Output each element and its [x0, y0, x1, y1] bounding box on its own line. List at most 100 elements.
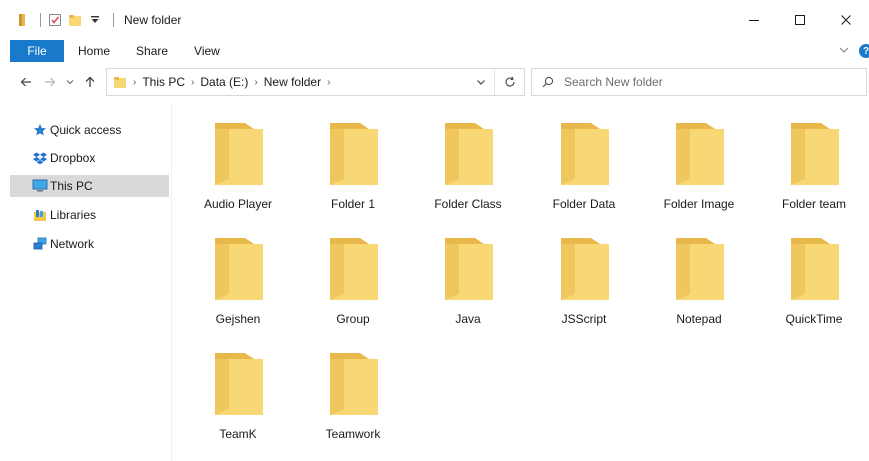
folder-icon: [561, 238, 609, 300]
nav-item-dropbox[interactable]: Dropbox: [10, 147, 169, 169]
folder-icon: [113, 75, 127, 89]
window-controls: [731, 0, 869, 40]
folder-icon: [676, 238, 724, 300]
close-button[interactable]: [823, 0, 869, 40]
folder-item-gejshen[interactable]: Gejshen: [186, 234, 290, 346]
folder-icon: [215, 353, 263, 415]
navigation-pane: Quick access Dropbox This PC Libraries N…: [0, 102, 172, 461]
nav-buttons: [0, 70, 102, 94]
close-icon: [841, 15, 851, 25]
computer-icon: [32, 178, 48, 194]
folder-name: Audio Player: [203, 197, 273, 211]
ribbon-tabs: File Home Share View ?: [0, 40, 869, 62]
chevron-right-icon[interactable]: ›: [191, 77, 194, 88]
breadcrumb-new-folder[interactable]: New folder: [264, 75, 321, 89]
search-icon: [532, 76, 564, 88]
customize-toolbar-icon[interactable]: [87, 12, 103, 28]
tab-file[interactable]: File: [10, 40, 64, 62]
chevron-down-icon: [477, 80, 485, 85]
folder-item-java[interactable]: Java: [416, 234, 520, 346]
nav-item-network[interactable]: Network: [10, 233, 169, 255]
folder-icon: [330, 123, 378, 185]
folder-item-folder-class[interactable]: Folder Class: [416, 119, 520, 231]
folder-name: JSScript: [561, 312, 607, 326]
folder-name: Gejshen: [215, 312, 261, 326]
tab-home[interactable]: Home: [64, 40, 122, 62]
ribbon-right: ?: [839, 40, 869, 62]
file-list: Audio Player Folder 1 Folder Class Folder D…: [172, 102, 869, 461]
tab-view[interactable]: View: [180, 40, 232, 62]
breadcrumb-data-drive[interactable]: Data (E:): [200, 75, 248, 89]
new-folder-icon[interactable]: [67, 12, 83, 28]
folder-icon: [676, 123, 724, 185]
folder-item-notepad[interactable]: Notepad: [647, 234, 751, 346]
chevron-right-icon[interactable]: ›: [254, 77, 257, 88]
breadcrumb-this-pc[interactable]: This PC: [142, 75, 185, 89]
folder-icon: [330, 238, 378, 300]
quick-access-toolbar: New folder: [0, 0, 181, 40]
folder-name: Teamwork: [325, 427, 381, 441]
folder-icon: [215, 238, 263, 300]
toolbar-separator: [113, 13, 114, 27]
search-input[interactable]: [564, 75, 844, 89]
folder-icon: [215, 123, 263, 185]
folder-icon: [14, 12, 30, 28]
nav-item-libraries[interactable]: Libraries: [10, 204, 169, 226]
nav-item-label: Network: [50, 237, 95, 251]
folder-icon: [445, 238, 493, 300]
folder-item-jsscript[interactable]: JSScript: [532, 234, 636, 346]
help-icon[interactable]: ?: [859, 44, 869, 58]
folder-name: Group: [336, 312, 370, 326]
tab-share[interactable]: Share: [122, 40, 180, 62]
forward-button[interactable]: [38, 70, 62, 94]
nav-item-label: Libraries: [50, 208, 97, 222]
folder-item-folder-image[interactable]: Folder Image: [647, 119, 751, 231]
folder-item-audio-player[interactable]: Audio Player: [186, 119, 290, 231]
nav-item-this-pc[interactable]: This PC: [10, 175, 169, 197]
folder-item-folder-team[interactable]: Folder team: [762, 119, 866, 231]
maximize-icon: [795, 15, 805, 25]
libraries-icon: [32, 207, 48, 223]
chevron-right-icon[interactable]: ›: [327, 77, 330, 88]
folder-name: Folder 1: [330, 197, 376, 211]
window-title: New folder: [124, 13, 182, 27]
folder-icon: [561, 123, 609, 185]
navigation-bar: › This PC › Data (E:) › New folder ›: [0, 62, 869, 102]
recent-locations-button[interactable]: [62, 70, 78, 94]
folder-item-quicktime[interactable]: QuickTime: [762, 234, 866, 346]
folder-name: Java: [455, 312, 481, 326]
folder-item-folder-data[interactable]: Folder Data: [532, 119, 636, 231]
folder-name: Folder Image: [663, 197, 735, 211]
folder-name: Notepad: [676, 312, 722, 326]
nav-item-label: Quick access: [50, 123, 122, 137]
breadcrumb: › This PC › Data (E:) › New folder ›: [107, 75, 468, 89]
folder-icon: [330, 353, 378, 415]
refresh-button[interactable]: [494, 69, 524, 95]
folder-name: QuickTime: [785, 312, 843, 326]
folder-item-folder-1[interactable]: Folder 1: [301, 119, 405, 231]
folder-name: Folder Class: [434, 197, 502, 211]
properties-icon[interactable]: [47, 12, 63, 28]
back-arrow-icon: [20, 77, 31, 87]
folder-item-teamwork[interactable]: Teamwork: [301, 349, 405, 461]
address-history-button[interactable]: [468, 69, 494, 95]
folder-name: TeamK: [219, 427, 257, 441]
chevron-right-icon[interactable]: ›: [133, 77, 136, 88]
folder-name: Folder team: [781, 197, 847, 211]
chevron-down-icon: [66, 80, 74, 85]
maximize-button[interactable]: [777, 0, 823, 40]
search-box[interactable]: [531, 68, 867, 96]
address-bar[interactable]: › This PC › Data (E:) › New folder ›: [106, 68, 525, 96]
expand-ribbon-icon[interactable]: [839, 44, 849, 58]
folder-item-teamk[interactable]: TeamK: [186, 349, 290, 461]
folder-icon: [791, 238, 839, 300]
up-arrow-icon: [85, 76, 95, 87]
title-bar: New folder: [0, 0, 869, 40]
nav-item-label: This PC: [50, 179, 93, 193]
folder-icon: [791, 123, 839, 185]
minimize-button[interactable]: [731, 0, 777, 40]
up-button[interactable]: [78, 70, 102, 94]
back-button[interactable]: [14, 70, 38, 94]
nav-item-quick-access[interactable]: Quick access: [10, 119, 169, 141]
folder-item-group[interactable]: Group: [301, 234, 405, 346]
